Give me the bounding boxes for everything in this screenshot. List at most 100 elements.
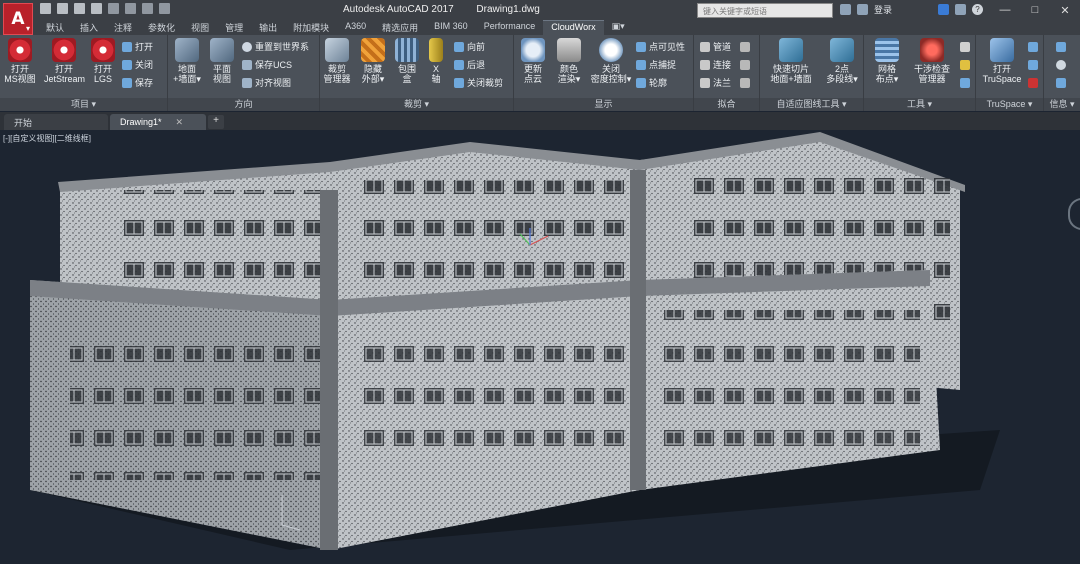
stay-connected-icon[interactable] [955, 4, 967, 15]
new-file-icon[interactable] [40, 3, 51, 14]
tab-drawing1[interactable]: Drawing1* ✕ [110, 114, 206, 130]
hide-outside-button[interactable]: 隐藏 外部▾ [356, 38, 390, 84]
info-tool-c[interactable] [1056, 76, 1066, 89]
help-icon[interactable]: ? [972, 4, 984, 15]
tab-overflow[interactable]: ▣▾ [604, 20, 633, 35]
reset-world-button[interactable]: 重置到世界系 [242, 40, 309, 53]
panel-clip: 裁剪 管理器 隐藏 外部▾ 包围 盒 X 轴 向前 后退 关闭裁剪 裁剪 ▾ [320, 35, 514, 111]
fit-tool-c[interactable] [740, 76, 750, 89]
truspace-tool-b[interactable] [1028, 58, 1038, 71]
drawing-viewport[interactable]: [-][自定义视图][二维线框] [0, 130, 1080, 564]
open-ms-view-button[interactable]: 打开 MS视图 [3, 38, 37, 84]
search-input[interactable]: 键入关键字或短语 [697, 3, 833, 18]
exchange-apps-icon[interactable] [938, 4, 950, 15]
close-project-button[interactable]: 关闭 [122, 58, 153, 71]
save-as-icon[interactable] [91, 3, 102, 14]
redo-icon[interactable] [142, 3, 153, 14]
save-ucs-button[interactable]: 保存UCS [242, 58, 292, 71]
tab-annotate[interactable]: 注释 [106, 20, 140, 35]
panel-title-clip[interactable]: 裁剪 ▾ [320, 98, 513, 111]
open-jetstream-button[interactable]: 打开 JetStream [44, 38, 85, 84]
panel-truspace: 打开 TruSpace TruSpace ▾ [976, 35, 1044, 111]
open-truspace-button[interactable]: 打开 TruSpace [978, 38, 1026, 84]
tab-cloudworx[interactable]: CloudWorx [543, 20, 604, 35]
point-snap-label: 点捕捉 [649, 60, 677, 70]
undo-icon[interactable] [125, 3, 136, 14]
two-point-polyline-button[interactable]: 2点 多段线▾ [822, 38, 862, 84]
info-tool-a[interactable] [1056, 40, 1066, 53]
document-tabs: 开始 Drawing1* ✕ + [0, 112, 1080, 130]
panel-fit: 管道 连接 法兰 拟合 [694, 35, 760, 111]
close-button[interactable]: ✕ [1050, 0, 1080, 20]
ground-wall-button[interactable]: 地面 +墙面▾ [170, 38, 204, 84]
close-clip-button[interactable]: 关闭裁剪 [454, 76, 503, 89]
minimize-button[interactable]: — [990, 0, 1020, 20]
panel-title-adaptive-lines[interactable]: 自适应图线工具 ▾ [760, 98, 863, 111]
truspace-tool-c[interactable] [1028, 76, 1038, 89]
forward-button[interactable]: 向前 [454, 40, 485, 53]
outline-button[interactable]: 轮廓 [636, 76, 667, 89]
point-visibility-label: 点可见性 [649, 42, 686, 52]
tab-start[interactable]: 开始 [4, 114, 108, 130]
share-icon[interactable] [159, 3, 170, 14]
open-file-icon[interactable] [57, 3, 68, 14]
pipe-button[interactable]: 管道 [700, 40, 731, 53]
connect-button[interactable]: 连接 [700, 58, 731, 71]
save-icon[interactable] [74, 3, 85, 14]
align-view-button[interactable]: 对齐视图 [242, 76, 291, 89]
tab-performance[interactable]: Performance [476, 20, 544, 35]
density-control-button[interactable]: 关闭 密度控制▾ [588, 38, 634, 84]
close-clip-icon [454, 77, 464, 88]
interference-check-button[interactable]: 干涉检查 管理器 [908, 38, 956, 84]
back-button[interactable]: 后退 [454, 58, 485, 71]
plot-icon[interactable] [108, 3, 119, 14]
application-menu-button[interactable]: A ▾ [3, 3, 33, 35]
tab-parametric[interactable]: 参数化 [140, 20, 183, 35]
panel-title-project[interactable]: 项目 ▾ [0, 98, 167, 111]
bounding-box-button[interactable]: 包围 盒 [390, 38, 424, 84]
plan-view-button[interactable]: 平面 视图 [205, 38, 239, 84]
tab-featured-apps[interactable]: 精选应用 [374, 20, 426, 35]
point-visibility-button[interactable]: 点可见性 [636, 40, 685, 53]
tab-addins[interactable]: 附加模块 [285, 20, 337, 35]
tool-extra-b[interactable] [960, 58, 970, 71]
tool-extra-a[interactable] [960, 40, 970, 53]
point-snap-button[interactable]: 点捕捉 [636, 58, 676, 71]
fit-tool-b[interactable] [740, 58, 750, 71]
tab-insert[interactable]: 插入 [72, 20, 106, 35]
flange-button[interactable]: 法兰 [700, 76, 731, 89]
maximize-button[interactable]: □ [1020, 0, 1050, 20]
quick-slice-label: 快速切片 地面+墙面 [770, 64, 812, 84]
grid-layout-button[interactable]: 网格 布点▾ [870, 38, 904, 84]
tab-view[interactable]: 视图 [183, 20, 217, 35]
color-render-button[interactable]: 颜色 渲染▾ [552, 38, 586, 84]
open-lgs-label: 打开 LGS [93, 64, 112, 84]
close-tab-icon[interactable]: ✕ [176, 117, 184, 128]
binoculars-icon[interactable] [840, 4, 851, 15]
forward-label: 向前 [467, 42, 486, 52]
tab-manage[interactable]: 管理 [217, 20, 251, 35]
open-button[interactable]: 打开 [122, 40, 153, 53]
fit-tool-a[interactable] [740, 40, 750, 53]
update-cloud-button[interactable]: 更新 点云 [516, 38, 550, 84]
panel-title-tools[interactable]: 工具 ▾ [864, 98, 975, 111]
lgs-icon [91, 38, 115, 62]
tab-bim360[interactable]: BIM 360 [426, 20, 476, 35]
viewport-controls-label[interactable]: [-][自定义视图][二维线框] [3, 133, 91, 144]
tab-default[interactable]: 默认 [38, 20, 72, 35]
user-icon[interactable] [857, 4, 868, 15]
tab-a360[interactable]: A360 [337, 20, 374, 35]
panel-title-info[interactable]: 信息 ▾ [1044, 98, 1080, 111]
clip-manager-button[interactable]: 裁剪 管理器 [320, 38, 354, 84]
tab-output[interactable]: 输出 [251, 20, 285, 35]
quick-slice-button[interactable]: 快速切片 地面+墙面 [766, 38, 816, 84]
save-project-button[interactable]: 保存 [122, 76, 153, 89]
x-axis-button[interactable]: X 轴 [422, 38, 450, 84]
login-link[interactable]: 登录 [874, 3, 892, 16]
panel-title-truspace[interactable]: TruSpace ▾ [976, 98, 1043, 111]
info-tool-b[interactable] [1056, 58, 1066, 71]
new-tab-button[interactable]: + [208, 115, 224, 129]
open-lgs-button[interactable]: 打开 LGS [86, 38, 120, 84]
truspace-tool-a[interactable] [1028, 40, 1038, 53]
tool-extra-c[interactable] [960, 76, 970, 89]
